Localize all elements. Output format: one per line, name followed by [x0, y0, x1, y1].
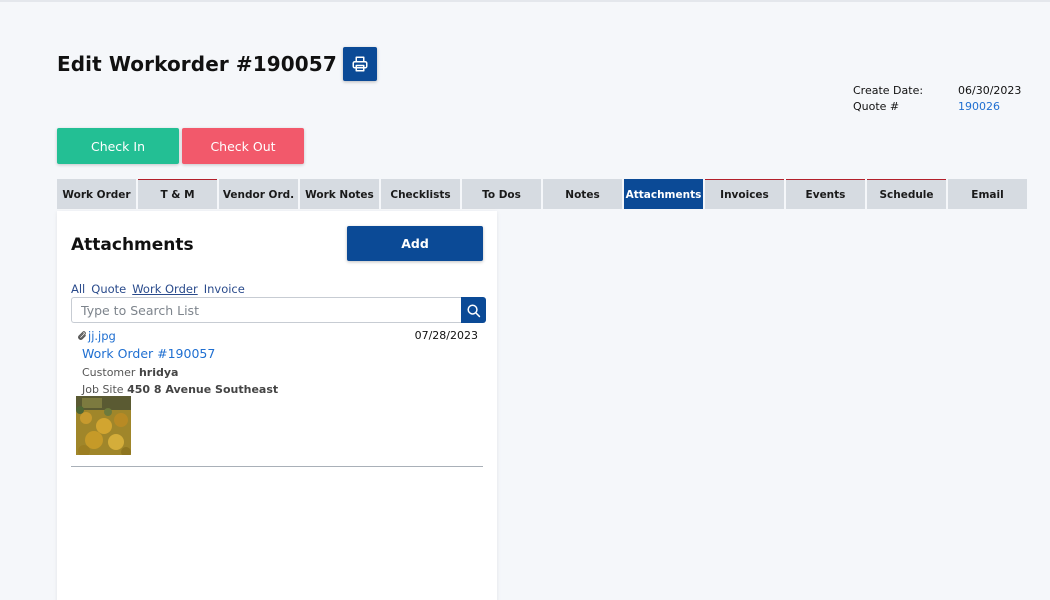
title-row: Edit Workorder #190057 — [57, 47, 377, 81]
attachments-panel: Attachments Add All Quote Work Order Inv… — [57, 211, 497, 600]
attachment-work-order-link[interactable]: Work Order #190057 — [82, 346, 215, 361]
tab-schedule[interactable]: Schedule — [867, 179, 946, 209]
tab-email[interactable]: Email — [948, 179, 1027, 209]
attachments-title: Attachments — [71, 235, 194, 255]
add-attachment-button[interactable]: Add — [347, 226, 483, 261]
tab-work-notes[interactable]: Work Notes — [300, 179, 379, 209]
job-site-address: 450 8 Avenue Southeast — [127, 383, 279, 396]
attachment-customer: Customer hridya — [82, 366, 178, 379]
filter-invoice[interactable]: Invoice — [204, 282, 245, 296]
top-border — [0, 0, 1050, 2]
search-button[interactable] — [461, 297, 486, 323]
printer-icon — [352, 56, 368, 72]
workorder-tabs: Work Order T & M Vendor Ord. Work Notes … — [57, 179, 1029, 209]
check-in-button[interactable]: Check In — [57, 128, 179, 164]
attachment-file-link[interactable]: jj.jpg — [88, 329, 116, 343]
tab-attachments[interactable]: Attachments — [624, 179, 703, 209]
tab-to-dos[interactable]: To Dos — [462, 179, 541, 209]
filter-work-order[interactable]: Work Order — [132, 282, 197, 296]
create-date-label: Create Date: — [853, 83, 924, 97]
tab-invoices[interactable]: Invoices — [705, 179, 784, 209]
check-out-button[interactable]: Check Out — [182, 128, 304, 164]
job-site-label: Job Site — [82, 383, 124, 396]
attachment-job-site: Job Site 450 8 Avenue Southeast — [82, 383, 278, 396]
file-row: jj.jpg — [77, 329, 116, 343]
workorder-meta: Create Date: 06/30/2023 Quote # 190026 — [853, 82, 1021, 114]
print-button[interactable] — [342, 47, 377, 81]
tab-events[interactable]: Events — [786, 179, 865, 209]
tab-work-order[interactable]: Work Order — [57, 179, 136, 209]
customer-name: hridya — [138, 366, 179, 379]
tab-notes[interactable]: Notes — [543, 179, 622, 209]
attachment-date: 07/28/2023 — [414, 329, 478, 342]
attachment-item: jj.jpg 07/28/2023 Work Order #190057 Cus… — [71, 327, 483, 467]
tab-t-and-m[interactable]: T & M — [138, 179, 217, 209]
search-icon — [467, 303, 481, 317]
quote-link[interactable]: 190026 — [958, 100, 1000, 113]
attachment-filters: All Quote Work Order Invoice — [71, 282, 251, 296]
quote-label: Quote # — [853, 99, 900, 113]
search-input[interactable] — [71, 297, 461, 323]
search-bar — [71, 297, 486, 323]
filter-all[interactable]: All — [71, 282, 85, 296]
customer-label: Customer — [82, 366, 136, 379]
tab-checklists[interactable]: Checklists — [381, 179, 460, 209]
page-title: Edit Workorder #190057 — [57, 52, 337, 76]
tab-vendor-orders[interactable]: Vendor Ord. — [219, 179, 298, 209]
create-date-value: 06/30/2023 — [958, 83, 1022, 97]
paperclip-icon — [78, 331, 86, 340]
attachment-thumbnail[interactable] — [76, 396, 131, 455]
filter-quote[interactable]: Quote — [91, 282, 126, 296]
